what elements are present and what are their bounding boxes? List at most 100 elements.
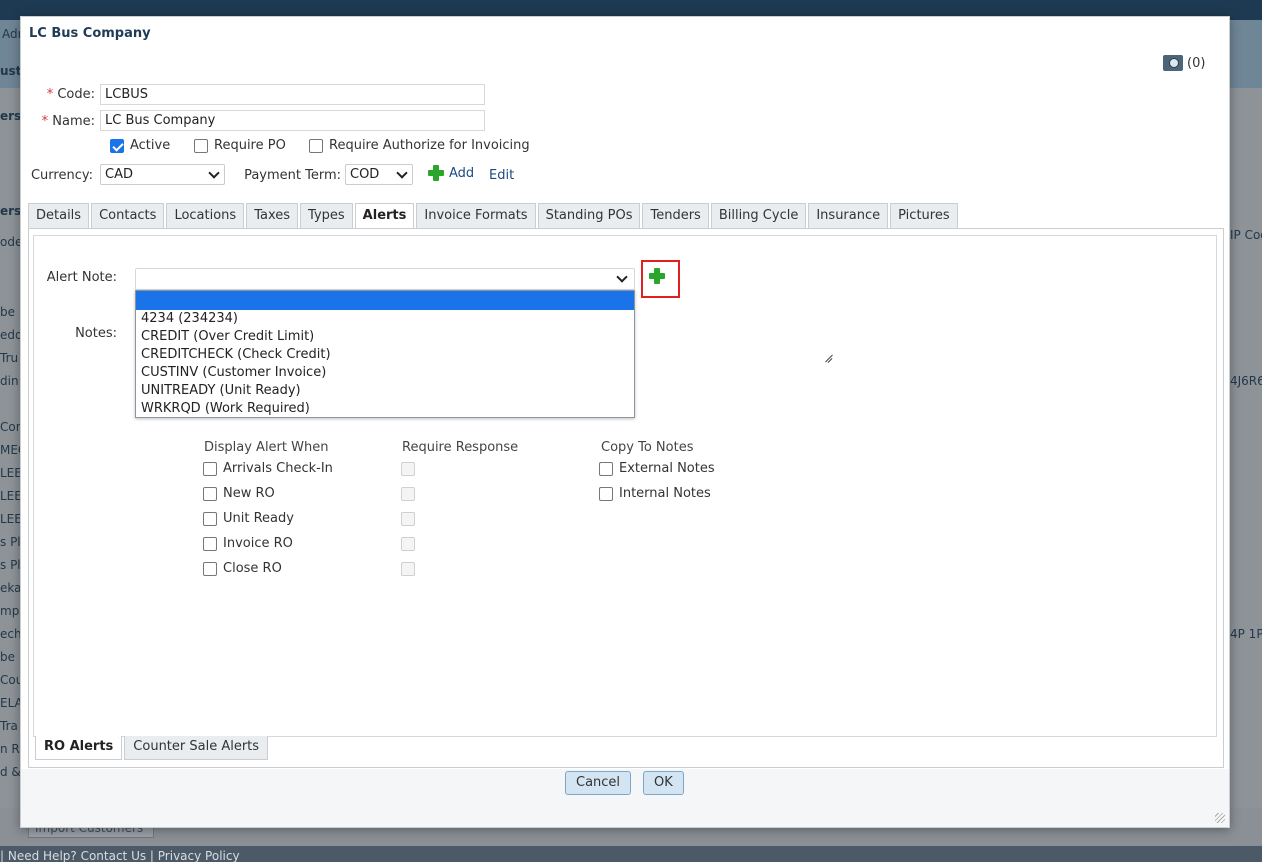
bg-fragment: 4J6R6: [1230, 374, 1262, 388]
dropdown-option[interactable]: CREDIT (Over Credit Limit): [136, 328, 634, 346]
bg-fragment: 4P 1P: [1230, 627, 1262, 641]
close-ro-checkbox[interactable]: Close RO: [203, 561, 282, 576]
add-payment-term-button[interactable]: Add: [428, 165, 474, 181]
tab-billing-cycle[interactable]: Billing Cycle: [710, 203, 807, 228]
dropdown-option[interactable]: CREDITCHECK (Check Credit): [136, 346, 634, 364]
checkbox-unchecked[interactable]: [194, 138, 208, 153]
require-response-checkbox: [401, 512, 415, 526]
tab-taxes[interactable]: Taxes: [246, 203, 299, 228]
edit-payment-term-link[interactable]: Edit: [489, 168, 514, 183]
tab-types[interactable]: Types: [300, 203, 353, 228]
subtab-counter-sale-alerts[interactable]: Counter Sale Alerts: [124, 736, 269, 760]
footer-links: | Need Help? Contact Us | Privacy Policy: [0, 849, 240, 862]
require-response-checkbox: [401, 537, 415, 551]
highlight-box: [641, 260, 680, 298]
bg-fragment: be: [0, 650, 15, 664]
checkbox-unchecked[interactable]: [203, 486, 217, 501]
bg-fragment: ers: [0, 109, 20, 123]
unit-ready-checkbox[interactable]: Unit Ready: [203, 511, 294, 526]
require-po-checkbox[interactable]: Require PO: [194, 138, 286, 153]
customer-dialog: LC Bus Company (0) * Code: * Name: Activ…: [20, 16, 1230, 828]
require-response-header: Require Response: [402, 440, 519, 455]
checkbox-unchecked[interactable]: [203, 461, 217, 476]
dialog-resize-icon[interactable]: [1215, 813, 1225, 823]
bg-fragment: Tru: [0, 351, 19, 365]
tab-tenders[interactable]: Tenders: [642, 203, 709, 228]
bg-fragment: ech: [0, 627, 20, 641]
plus-icon: [428, 165, 444, 181]
bg-fragment: Cour: [0, 673, 20, 687]
bg-fragment: ekal: [0, 581, 20, 595]
tab-insurance[interactable]: Insurance: [808, 203, 889, 228]
checkbox-unchecked[interactable]: [203, 511, 217, 526]
bg-fragment: Adn: [2, 27, 20, 41]
checkbox-unchecked[interactable]: [203, 561, 217, 576]
bg-fragment: edd: [0, 328, 20, 342]
tab-alerts[interactable]: Alerts: [354, 203, 415, 229]
alert-subtabs: RO Alerts Counter Sale Alerts: [35, 736, 269, 760]
notes-label: Notes:: [75, 326, 117, 341]
bg-fragment: usto: [0, 64, 20, 78]
copy-to-notes-header: Copy To Notes: [601, 440, 694, 455]
code-label: * Code:: [46, 87, 95, 102]
require-response-checkbox: [401, 562, 415, 576]
bg-fragment: s Pl: [0, 558, 20, 572]
bg-fragment: ELA: [0, 696, 20, 710]
tab-bar: Details Contacts Locations Taxes Types A…: [28, 203, 958, 229]
invoice-ro-checkbox[interactable]: Invoice RO: [203, 536, 293, 551]
bg-fragment: ers: [0, 204, 20, 218]
dropdown-option[interactable]: WRKRQD (Work Required): [136, 400, 634, 418]
chevron-down-icon: [616, 271, 628, 283]
alert-note-dropdown: 4234 (234234) CREDIT (Over Credit Limit)…: [135, 290, 635, 418]
currency-select[interactable]: CAD: [100, 164, 225, 185]
bg-fragment: Tra: [0, 719, 18, 733]
ok-button[interactable]: OK: [643, 771, 684, 795]
new-ro-checkbox[interactable]: New RO: [203, 486, 275, 501]
camera-icon[interactable]: [1163, 55, 1183, 71]
background-right-column: [1230, 88, 1262, 808]
name-label: * Name:: [41, 114, 95, 129]
cancel-button[interactable]: Cancel: [565, 771, 632, 795]
chevron-down-icon: [396, 167, 408, 179]
checkbox-unchecked[interactable]: [599, 486, 613, 501]
bg-fragment: n Re: [0, 742, 20, 756]
external-notes-checkbox[interactable]: External Notes: [599, 461, 715, 476]
payment-term-select[interactable]: COD: [345, 164, 413, 185]
dropdown-option[interactable]: [136, 291, 634, 310]
bg-fragment: LEE: [0, 489, 20, 503]
bg-fragment: IP Cod: [1230, 228, 1262, 242]
tab-standing-pos[interactable]: Standing POs: [537, 203, 641, 228]
tab-pictures[interactable]: Pictures: [890, 203, 958, 228]
alert-note-select[interactable]: [135, 268, 635, 290]
active-checkbox[interactable]: Active: [110, 138, 170, 153]
subtab-ro-alerts[interactable]: RO Alerts: [35, 736, 123, 760]
checkbox-unchecked[interactable]: [599, 461, 613, 476]
code-input[interactable]: [100, 84, 485, 105]
dropdown-option[interactable]: 4234 (234234): [136, 310, 634, 328]
tab-locations[interactable]: Locations: [166, 203, 245, 228]
bg-fragment: LEE: [0, 466, 20, 480]
checkbox-unchecked[interactable]: [309, 138, 323, 153]
bg-fragment: s Pl: [0, 535, 20, 549]
checkbox-checked[interactable]: [110, 138, 124, 153]
payment-term-label: Payment Term:: [244, 168, 341, 183]
arrivals-checkin-checkbox[interactable]: Arrivals Check-In: [203, 461, 333, 476]
dialog-title: LC Bus Company: [29, 26, 151, 41]
textarea-resize-icon[interactable]: [824, 354, 834, 364]
internal-notes-checkbox[interactable]: Internal Notes: [599, 486, 711, 501]
checkbox-unchecked[interactable]: [203, 536, 217, 551]
bg-fragment: din: [0, 374, 19, 388]
alert-note-label: Alert Note:: [46, 270, 117, 285]
bg-fragment: Con: [0, 420, 20, 434]
require-authorize-checkbox[interactable]: Require Authorize for Invoicing: [309, 138, 530, 153]
require-response-checkbox: [401, 462, 415, 476]
dropdown-option[interactable]: CUSTINV (Customer Invoice): [136, 364, 634, 382]
tab-invoice-formats[interactable]: Invoice Formats: [416, 203, 536, 228]
bg-fragment: d &: [0, 765, 20, 779]
name-input[interactable]: [100, 110, 485, 131]
tab-contacts[interactable]: Contacts: [91, 203, 165, 228]
dropdown-option[interactable]: UNITREADY (Unit Ready): [136, 382, 634, 400]
tab-details[interactable]: Details: [28, 203, 90, 228]
chevron-down-icon: [208, 167, 220, 179]
photo-counter[interactable]: (0): [1163, 55, 1205, 71]
